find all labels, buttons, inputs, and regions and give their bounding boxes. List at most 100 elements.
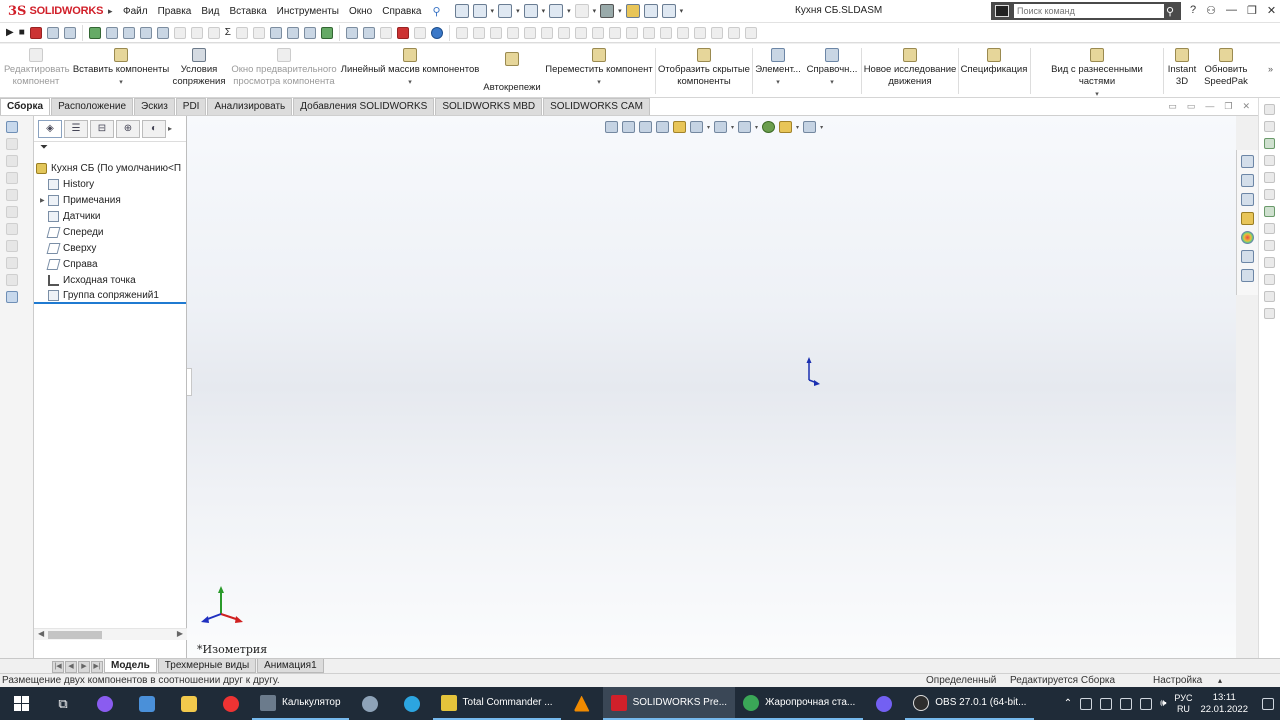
3d-view-icon[interactable] bbox=[6, 121, 18, 133]
first-tab-icon[interactable]: |◀ bbox=[52, 661, 64, 673]
tab-sketch[interactable]: Эскиз bbox=[134, 98, 175, 115]
design-library-icon[interactable] bbox=[1241, 174, 1254, 187]
doc-close-button[interactable]: ✕ bbox=[1242, 101, 1250, 112]
menu-window[interactable]: Окно bbox=[344, 6, 377, 17]
maximize-button[interactable]: ❐ bbox=[1247, 4, 1257, 17]
tool-icon[interactable] bbox=[710, 26, 723, 39]
scroll-left-icon[interactable]: ◀ bbox=[38, 629, 44, 638]
view-settings-icon[interactable] bbox=[803, 121, 817, 133]
linear-pattern-button[interactable]: Линейный массив компонентов ▾ bbox=[340, 48, 480, 89]
tool-icon[interactable] bbox=[173, 26, 186, 39]
strip-icon[interactable] bbox=[6, 155, 18, 167]
strip-icon[interactable] bbox=[1264, 189, 1275, 200]
tool-icon[interactable] bbox=[591, 26, 604, 39]
help-icon[interactable]: ? bbox=[1190, 4, 1196, 17]
zoom-tool-icon[interactable] bbox=[105, 26, 118, 39]
tabs-scroll-right-icon[interactable]: ▸ bbox=[168, 124, 172, 133]
tool-icon[interactable] bbox=[506, 26, 519, 39]
edit-appearance-icon[interactable] bbox=[762, 121, 776, 133]
taskbar-app-icon[interactable] bbox=[84, 687, 126, 720]
tab-evaluate[interactable]: Анализировать bbox=[207, 98, 293, 115]
strip-icon[interactable] bbox=[6, 206, 18, 218]
tree-item-annotations[interactable]: ▶ Примечания bbox=[34, 192, 186, 208]
task-view-button[interactable]: ⧉ bbox=[42, 687, 84, 720]
doc-cascade-icon[interactable]: ▭ bbox=[1187, 101, 1196, 112]
strip-icon[interactable] bbox=[1264, 240, 1275, 251]
tree-item-top-plane[interactable]: Сверху bbox=[34, 240, 186, 256]
sum-icon[interactable]: Σ bbox=[225, 27, 231, 38]
copy-tool-icon[interactable] bbox=[269, 26, 282, 39]
strip-icon[interactable] bbox=[1264, 155, 1275, 166]
menu-edit[interactable]: Правка bbox=[153, 6, 197, 17]
move-component-button[interactable]: Переместить компонент ▾ bbox=[544, 48, 654, 89]
tab-solidworks-cam[interactable]: SOLIDWORKS CAM bbox=[543, 98, 650, 115]
appearances-icon[interactable] bbox=[1241, 231, 1254, 244]
taskbar-app-icon[interactable] bbox=[126, 687, 168, 720]
doc-minimize-button[interactable]: — bbox=[1205, 101, 1214, 112]
strip-icon[interactable] bbox=[1264, 274, 1275, 285]
tool-icon[interactable] bbox=[523, 26, 536, 39]
strip-icon[interactable] bbox=[1264, 104, 1275, 115]
tab-solidworks-mbd[interactable]: SOLIDWORKS MBD bbox=[435, 98, 543, 115]
tab-3d-views[interactable]: Трехмерные виды bbox=[157, 659, 257, 673]
undo-icon[interactable] bbox=[574, 4, 589, 18]
tool-icon[interactable] bbox=[574, 26, 587, 39]
pin-menu-icon[interactable]: ⚲ bbox=[432, 5, 440, 18]
vlc-icon[interactable] bbox=[561, 687, 603, 720]
taskbar-app-obs[interactable]: OBS 27.0.1 (64-bit... bbox=[905, 687, 1035, 720]
close-button[interactable]: ✕ bbox=[1267, 4, 1276, 17]
globe-tool-icon[interactable] bbox=[430, 26, 443, 39]
tool-icon[interactable] bbox=[659, 26, 672, 39]
origin-marker-icon[interactable] bbox=[805, 356, 821, 386]
view-tool-icon[interactable] bbox=[156, 26, 169, 39]
system-clock[interactable]: 13:11 22.01.2022 bbox=[1200, 692, 1248, 716]
battery-icon[interactable] bbox=[1100, 697, 1113, 710]
display-style-icon[interactable] bbox=[714, 121, 728, 133]
tab-pdi[interactable]: PDI bbox=[175, 98, 207, 115]
select-icon[interactable] bbox=[600, 4, 615, 18]
run-macro-icon[interactable]: ▶ bbox=[6, 27, 14, 38]
strip-icon[interactable] bbox=[1264, 291, 1275, 302]
new-macro-icon[interactable] bbox=[46, 26, 59, 39]
tab-solidworks-addins[interactable]: Добавления SOLIDWORKS bbox=[293, 98, 435, 115]
tree-item-sensors[interactable]: Датчики bbox=[34, 208, 186, 224]
stop-macro-icon[interactable]: ■ bbox=[19, 27, 25, 38]
taskbar-app-total-commander[interactable]: Total Commander ... bbox=[432, 687, 561, 720]
network-icon[interactable] bbox=[1120, 697, 1133, 710]
insert-tool-icon[interactable] bbox=[320, 26, 333, 39]
file-explorer-taskbar-icon[interactable] bbox=[168, 687, 210, 720]
minimize-button[interactable]: — bbox=[1226, 4, 1237, 17]
menu-tools[interactable]: Инструменты bbox=[272, 6, 344, 17]
pan-tool-icon[interactable] bbox=[139, 26, 152, 39]
menu-expand-icon[interactable]: ▸ bbox=[108, 6, 118, 17]
property-manager-tab-icon[interactable]: ☰ bbox=[64, 119, 88, 138]
tool-icon[interactable] bbox=[362, 26, 375, 39]
forum-icon[interactable] bbox=[1241, 269, 1254, 282]
viber-icon[interactable] bbox=[863, 687, 905, 720]
component-preview-button[interactable]: Окно предварительного просмотра компонен… bbox=[230, 48, 338, 88]
doc-restore-button[interactable]: ❐ bbox=[1224, 101, 1232, 112]
file-properties-icon[interactable] bbox=[643, 4, 658, 18]
filter-icon[interactable]: ⏷ bbox=[40, 142, 48, 153]
strip-icon[interactable] bbox=[6, 189, 18, 201]
strip-icon[interactable] bbox=[1264, 257, 1275, 268]
tab-layout[interactable]: Расположение bbox=[51, 98, 134, 115]
strip-icon[interactable] bbox=[6, 274, 18, 286]
search-input[interactable] bbox=[1014, 4, 1164, 18]
strip-icon[interactable] bbox=[6, 240, 18, 252]
start-button[interactable] bbox=[0, 687, 42, 720]
tool-icon[interactable] bbox=[727, 26, 740, 39]
scroll-right-icon[interactable]: ▶ bbox=[177, 629, 183, 638]
strip-icon[interactable] bbox=[6, 138, 18, 150]
tool-icon[interactable] bbox=[345, 26, 358, 39]
tab-animation[interactable]: Анимация1 bbox=[257, 659, 324, 673]
new-document-icon[interactable] bbox=[472, 4, 487, 18]
menu-help[interactable]: Справка bbox=[377, 6, 426, 17]
tool-icon[interactable] bbox=[472, 26, 485, 39]
tree-item-right-plane[interactable]: Справа bbox=[34, 256, 186, 272]
strip-icon[interactable] bbox=[1264, 138, 1275, 149]
tree-item-front-plane[interactable]: Спереди bbox=[34, 224, 186, 240]
panel-collapse-handle[interactable] bbox=[187, 368, 192, 396]
menu-insert[interactable]: Вставка bbox=[224, 6, 271, 17]
display-manager-tab-icon[interactable]: ◐ bbox=[142, 119, 166, 138]
